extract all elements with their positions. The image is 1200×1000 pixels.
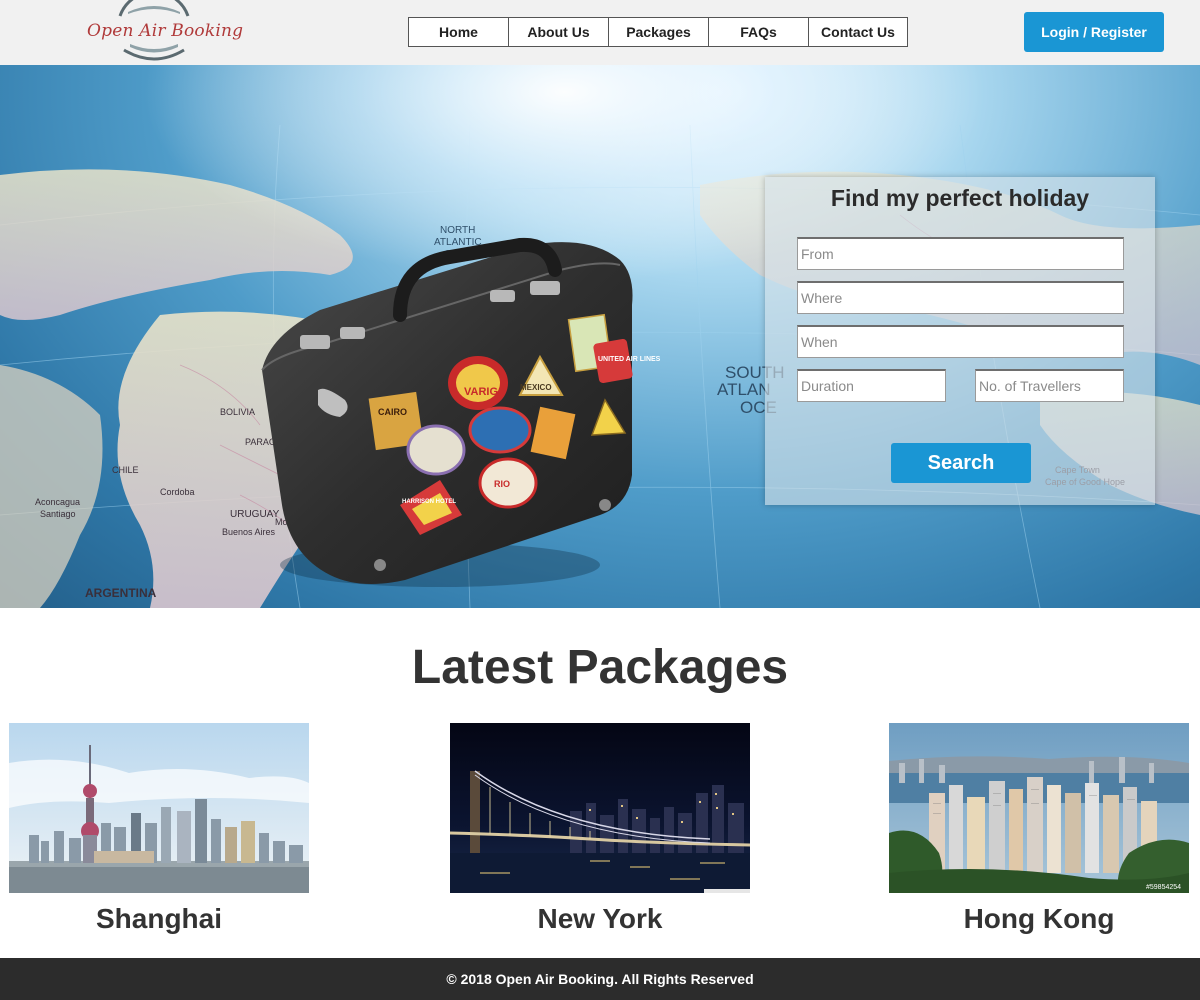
package-card-hong-kong[interactable]: #59854254 Hong Kong	[889, 723, 1189, 934]
login-register-button[interactable]: Login / Register	[1024, 12, 1164, 52]
sticker-rio: RIO	[494, 479, 510, 489]
when-input[interactable]	[797, 325, 1124, 358]
site-footer: © 2018 Open Air Booking. All Rights Rese…	[0, 958, 1200, 1000]
package-name[interactable]: New York	[450, 903, 750, 935]
duration-input[interactable]	[797, 369, 946, 402]
package-name[interactable]: Shanghai	[9, 903, 309, 935]
nav-faqs[interactable]: FAQs	[709, 18, 809, 46]
sticker-harrison: HARRISON HOTEL	[402, 499, 456, 505]
nav-contact-us[interactable]: Contact Us	[809, 18, 907, 46]
hero-banner: NORTH ATLANTIC OCEAN SOUTH ATLAN OCE ARG…	[0, 65, 1200, 608]
site-logo[interactable]: Open Air Booking	[84, 0, 243, 65]
hong-kong-aerial-image[interactable]: #59854254	[889, 723, 1189, 893]
new-york-bridge-image[interactable]	[450, 723, 750, 893]
map-label: ATLAN	[717, 380, 771, 399]
main-nav: Home About Us Packages FAQs Contact Us	[408, 17, 908, 47]
from-input[interactable]	[797, 237, 1124, 270]
map-label: BOLIVIA	[220, 407, 255, 417]
map-label: Aconcagua	[35, 497, 80, 507]
sticker-varig: VARIG	[464, 386, 498, 398]
map-label: URUGUAY	[230, 509, 280, 520]
sticker-cairo: CAIRO	[378, 407, 407, 417]
image-watermark: #59854254	[1146, 884, 1181, 891]
nav-packages[interactable]: Packages	[609, 18, 709, 46]
package-card-shanghai[interactable]: Shanghai	[9, 723, 309, 934]
package-card-new-york[interactable]: New York	[450, 723, 750, 934]
map-label: ARGENTINA	[85, 586, 157, 600]
map-label: NORTH	[440, 225, 475, 236]
nav-about-us[interactable]: About Us	[509, 18, 609, 46]
holiday-search-panel: Find my perfect holiday Search	[765, 177, 1155, 505]
nav-home[interactable]: Home	[409, 18, 509, 46]
travellers-input[interactable]	[975, 369, 1124, 402]
shanghai-skyline-image[interactable]	[9, 723, 309, 893]
sticker-mexico: MEXICO	[520, 383, 552, 392]
map-label: Buenos Aires	[222, 527, 276, 537]
where-input[interactable]	[797, 281, 1124, 314]
map-label: Santiago	[40, 509, 76, 519]
logo-text: Open Air Booking	[87, 21, 244, 41]
package-name[interactable]: Hong Kong	[889, 903, 1189, 935]
copyright-text: © 2018 Open Air Booking. All Rights Rese…	[446, 971, 754, 987]
sticker-united: UNITED AIR LINES	[598, 356, 661, 363]
map-label: Cordoba	[160, 487, 195, 497]
map-label: CHILE	[112, 465, 139, 475]
search-title: Find my perfect holiday	[830, 185, 1090, 211]
latest-packages-heading: Latest Packages	[411, 641, 789, 694]
search-button[interactable]: Search	[891, 443, 1031, 483]
site-header: Open Air Booking Home About Us Packages …	[0, 0, 1200, 65]
